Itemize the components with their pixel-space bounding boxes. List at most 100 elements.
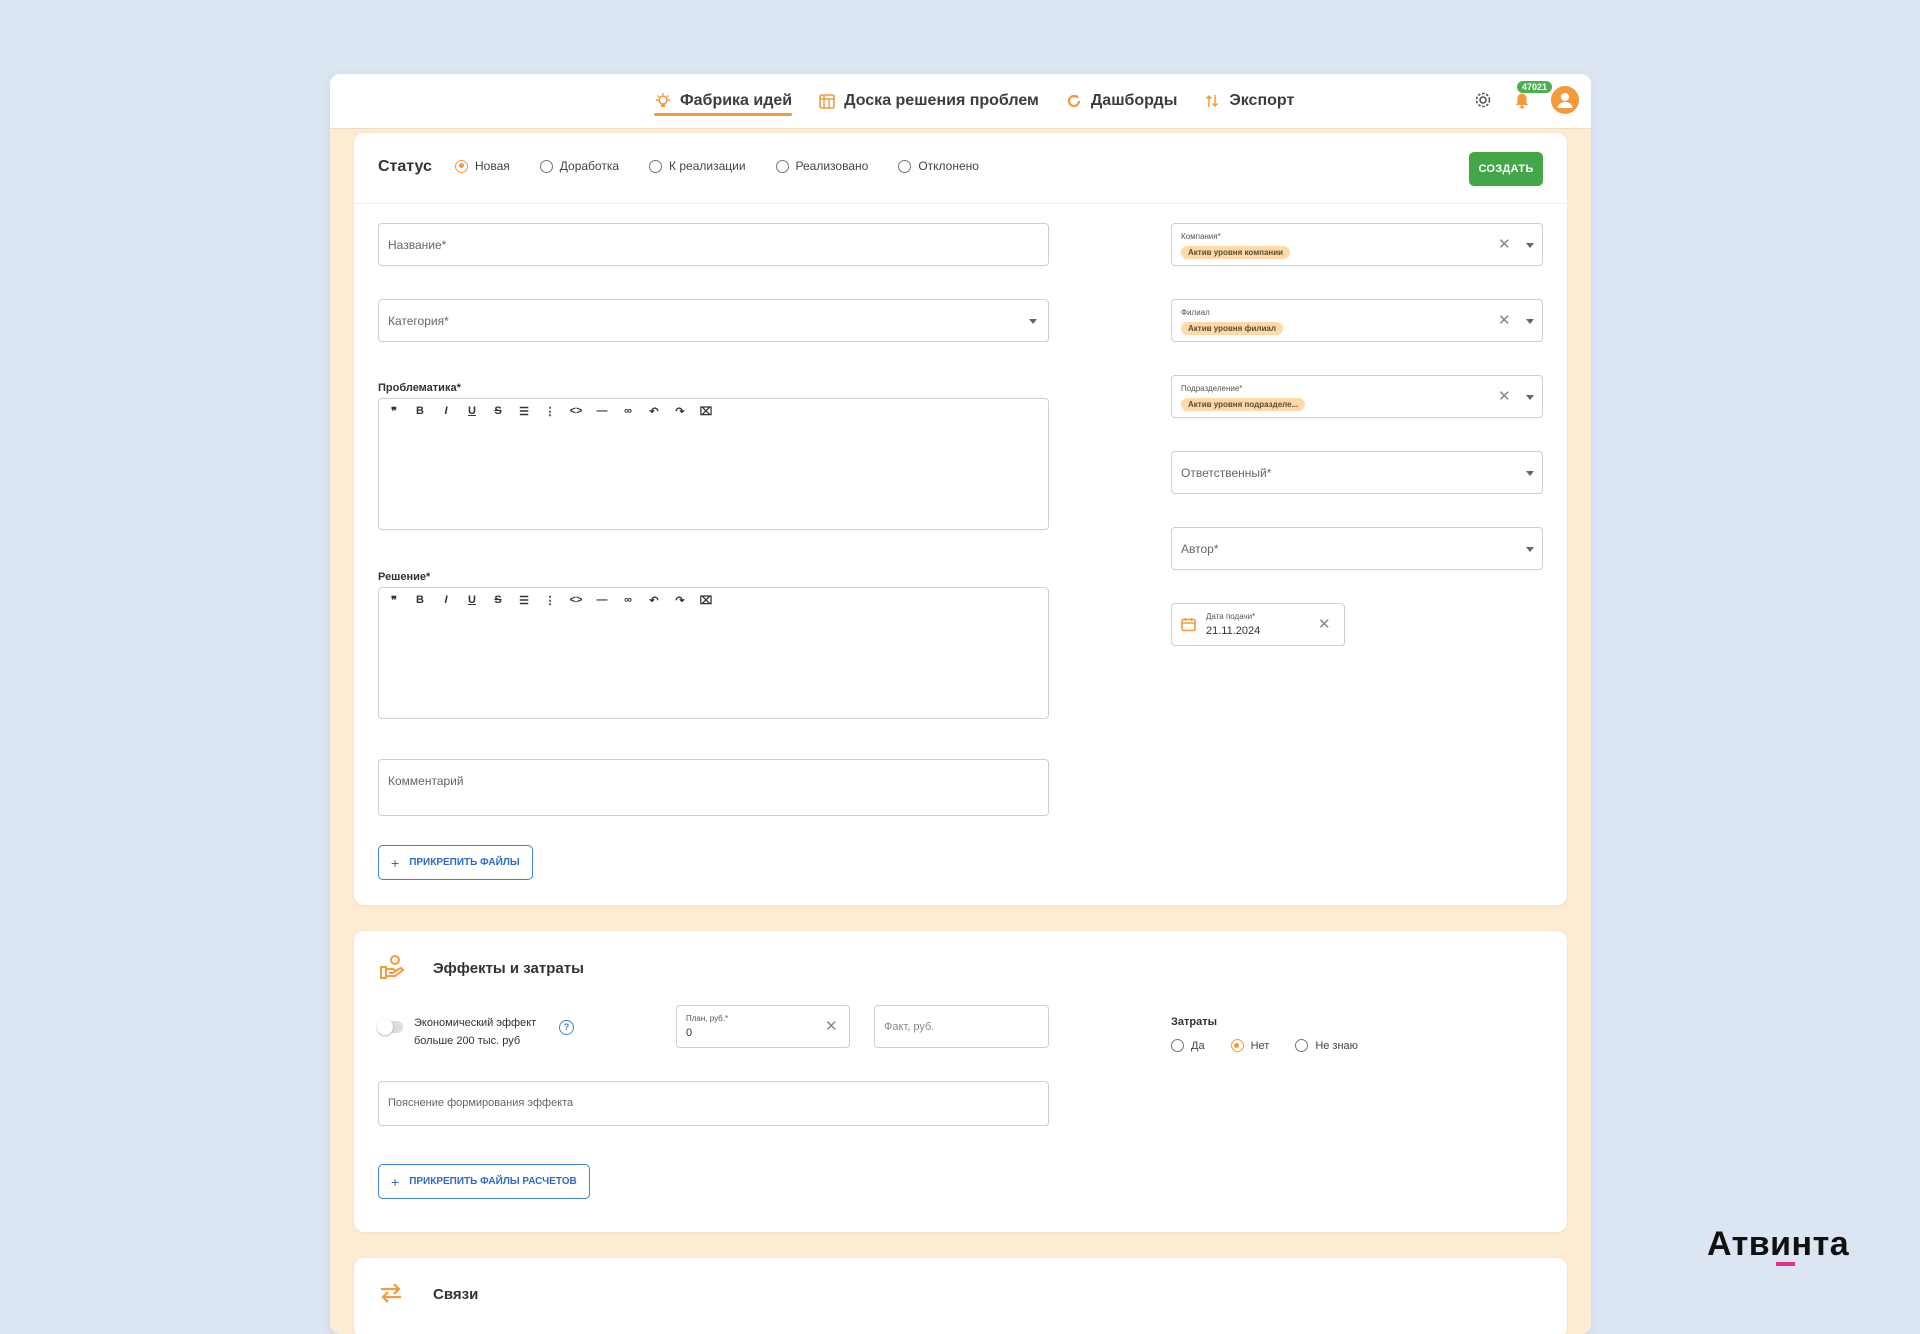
submission-date-input[interactable]: Дата подачи* 21.11.2024 ✕: [1171, 603, 1345, 646]
responsible-select[interactable]: Ответственный*: [1171, 451, 1543, 494]
calendar-icon[interactable]: [1181, 617, 1196, 637]
bold-icon[interactable]: B: [413, 594, 427, 607]
division-chip[interactable]: Актив уровня подразделе...: [1181, 398, 1306, 411]
clear-icon[interactable]: ✕: [1498, 313, 1511, 328]
plan-value: 0: [686, 1027, 693, 1039]
radio-selected[interactable]: [1230, 1039, 1244, 1052]
quote-icon[interactable]: ❞: [387, 594, 401, 607]
economic-effect-toggle[interactable]: [377, 1019, 403, 1035]
bullet-list-icon[interactable]: ☰: [517, 594, 531, 607]
status-option-rejected[interactable]: Отклонено: [898, 159, 979, 173]
undo-icon[interactable]: ↶: [647, 594, 661, 607]
radio[interactable]: [649, 159, 663, 173]
plan-input[interactable]: План, руб.* 0 ✕: [676, 1005, 850, 1048]
idea-form-card: Статус Новая Доработка К реализации Реал…: [354, 133, 1567, 905]
company-select[interactable]: Компания* Актив уровня компании ✕: [1171, 223, 1543, 266]
nav-dashboards[interactable]: Дашборды: [1065, 74, 1177, 128]
export-icon: [1203, 92, 1221, 110]
clear-icon[interactable]: ✕: [825, 1019, 838, 1034]
radio[interactable]: [775, 159, 789, 173]
costs-option-no[interactable]: Нет: [1230, 1039, 1270, 1052]
company-chip[interactable]: Актив уровня компании: [1181, 246, 1291, 259]
strikethrough-icon[interactable]: S: [491, 594, 505, 607]
brand-logo: Атвинта: [1707, 1225, 1850, 1263]
horizontal-rule-icon[interactable]: —: [595, 594, 609, 607]
link-icon[interactable]: ∞: [621, 594, 635, 607]
strikethrough-icon[interactable]: S: [491, 405, 505, 418]
radio-selected[interactable]: [455, 159, 468, 173]
links-title: Связи: [433, 1286, 479, 1303]
italic-icon[interactable]: I: [439, 405, 453, 418]
code-icon[interactable]: <>: [569, 594, 583, 607]
comment-input[interactable]: Комментарий: [378, 759, 1049, 816]
radio-label: Нет: [1250, 1039, 1270, 1052]
radio-label: Не знаю: [1315, 1039, 1358, 1052]
status-row: Статус Новая Доработка К реализации Реал…: [354, 133, 1567, 204]
nav-problem-board[interactable]: Доска решения проблем: [818, 74, 1039, 128]
create-button[interactable]: СОЗДАТЬ: [1469, 152, 1543, 186]
help-icon[interactable]: ?: [559, 1020, 574, 1035]
effects-title: Эффекты и затраты: [433, 960, 584, 977]
chevron-down-icon[interactable]: [1526, 395, 1534, 400]
chevron-down-icon: [1526, 471, 1534, 476]
bold-icon[interactable]: B: [413, 405, 427, 418]
solution-editor[interactable]: ❞ B I U S ☰ ⋮ <> — ∞ ↶ ↷ ⌧: [378, 587, 1049, 719]
lightbulb-icon: [654, 92, 672, 110]
underline-icon[interactable]: U: [465, 405, 479, 418]
quote-icon[interactable]: ❞: [387, 405, 401, 418]
redo-icon[interactable]: ↷: [673, 405, 687, 418]
clear-format-icon[interactable]: ⌧: [699, 405, 713, 418]
redo-icon[interactable]: ↷: [673, 594, 687, 607]
italic-icon[interactable]: I: [439, 594, 453, 607]
division-select[interactable]: Подразделение* Актив уровня подразделе..…: [1171, 375, 1543, 418]
radio[interactable]: [1171, 1039, 1184, 1052]
radio[interactable]: [1295, 1039, 1309, 1052]
problem-editor[interactable]: ❞ B I U S ☰ ⋮ <> — ∞ ↶ ↷ ⌧: [378, 398, 1049, 530]
fact-placeholder: Факт, руб.: [884, 1021, 935, 1033]
code-icon[interactable]: <>: [569, 405, 583, 418]
clear-icon[interactable]: ✕: [1498, 237, 1511, 252]
undo-icon[interactable]: ↶: [647, 405, 661, 418]
user-icon: [1557, 93, 1573, 108]
horizontal-rule-icon[interactable]: —: [595, 405, 609, 418]
category-select[interactable]: Категория*: [378, 299, 1049, 342]
attach-calc-files-button[interactable]: + ПРИКРЕПИТЬ ФАЙЛЫ РАСЧЕТОВ: [378, 1164, 590, 1199]
notifications-button[interactable]: 47021: [1511, 81, 1553, 111]
clear-icon[interactable]: ✕: [1318, 617, 1331, 632]
economic-effect-label: Экономический эффект больше 200 тыс. руб: [414, 1014, 536, 1050]
status-option-new[interactable]: Новая: [455, 159, 510, 173]
gear-icon[interactable]: [1473, 90, 1493, 110]
responsible-placeholder: Ответственный*: [1181, 466, 1272, 480]
underline-icon[interactable]: U: [465, 594, 479, 607]
plus-icon: +: [391, 854, 400, 871]
clear-icon[interactable]: ✕: [1498, 389, 1511, 404]
bullet-list-icon[interactable]: ☰: [517, 405, 531, 418]
costs-option-yes[interactable]: Да: [1171, 1039, 1205, 1052]
nav-export[interactable]: Экспорт: [1203, 74, 1294, 128]
branch-chip[interactable]: Актив уровня филиал: [1181, 322, 1283, 335]
editor-toolbar: ❞ B I U S ☰ ⋮ <> — ∞ ↶ ↷ ⌧: [387, 405, 713, 418]
fact-input[interactable]: Факт, руб.: [874, 1005, 1049, 1048]
name-input[interactable]: Название*: [378, 223, 1049, 266]
numbered-list-icon[interactable]: ⋮: [543, 405, 557, 418]
radio-label: К реализации: [669, 159, 746, 173]
avatar[interactable]: [1551, 86, 1579, 114]
clear-format-icon[interactable]: ⌧: [699, 594, 713, 607]
status-option-rework[interactable]: Доработка: [539, 159, 619, 173]
date-label: Дата подачи*: [1206, 612, 1256, 621]
radio[interactable]: [539, 159, 553, 173]
link-icon[interactable]: ∞: [621, 405, 635, 418]
effect-explanation-input[interactable]: Пояснение формирования эффекта: [378, 1081, 1049, 1126]
status-option-to-implement[interactable]: К реализации: [649, 159, 746, 173]
author-select[interactable]: Автор*: [1171, 527, 1543, 570]
solution-label: Решение*: [378, 571, 431, 583]
nav-ideas-factory[interactable]: Фабрика идей: [654, 74, 793, 128]
status-option-implemented[interactable]: Реализовано: [775, 159, 868, 173]
numbered-list-icon[interactable]: ⋮: [543, 594, 557, 607]
chevron-down-icon[interactable]: [1526, 319, 1534, 324]
costs-option-unknown[interactable]: Не знаю: [1295, 1039, 1358, 1052]
chevron-down-icon[interactable]: [1526, 243, 1534, 248]
branch-select[interactable]: Филиал Актив уровня филиал ✕: [1171, 299, 1543, 342]
attach-files-button[interactable]: + ПРИКРЕПИТЬ ФАЙЛЫ: [378, 845, 533, 880]
radio[interactable]: [898, 159, 912, 173]
